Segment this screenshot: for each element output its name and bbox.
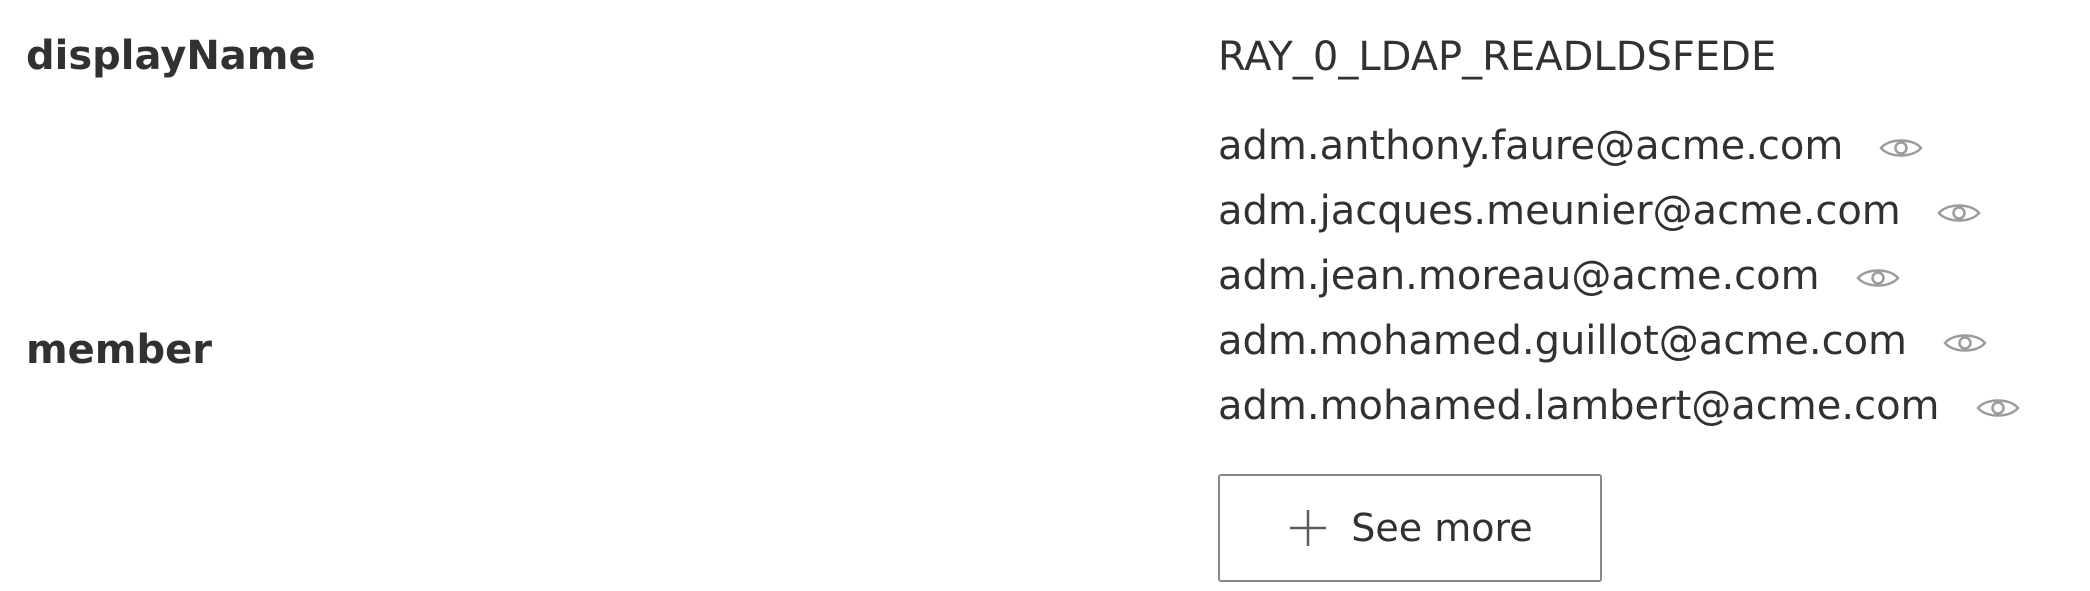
- member-email[interactable]: adm.jacques.meunier@acme.com: [1218, 191, 1901, 231]
- see-more-label: See more: [1351, 506, 1533, 550]
- member-list-item: adm.jean.moreau@acme.com: [1218, 256, 2022, 321]
- member-list-item: adm.mohamed.guillot@acme.com: [1218, 321, 2022, 386]
- display-name-value: RAY_0_LDAP_READLDSFEDE: [1218, 34, 1777, 80]
- display-name-label: displayName: [26, 33, 316, 79]
- member-list-item: adm.mohamed.lambert@acme.com: [1218, 386, 2022, 451]
- eye-icon[interactable]: [1877, 132, 1925, 164]
- member-label: member: [26, 327, 212, 373]
- member-email[interactable]: adm.anthony.faure@acme.com: [1218, 126, 1843, 166]
- member-email[interactable]: adm.mohamed.guillot@acme.com: [1218, 321, 1907, 361]
- member-email[interactable]: adm.jean.moreau@acme.com: [1218, 256, 1820, 296]
- see-more-button[interactable]: See more: [1218, 474, 1602, 582]
- eye-icon[interactable]: [1935, 197, 1983, 229]
- eye-icon[interactable]: [1941, 327, 1989, 359]
- member-list: adm.anthony.faure@acme.com adm.jacques.m…: [1218, 126, 2022, 451]
- eye-icon[interactable]: [1974, 392, 2022, 424]
- member-email[interactable]: adm.mohamed.lambert@acme.com: [1218, 386, 1940, 426]
- member-list-item: adm.anthony.faure@acme.com: [1218, 126, 2022, 191]
- eye-icon[interactable]: [1854, 262, 1902, 294]
- member-list-item: adm.jacques.meunier@acme.com: [1218, 191, 2022, 256]
- plus-icon: [1287, 507, 1329, 549]
